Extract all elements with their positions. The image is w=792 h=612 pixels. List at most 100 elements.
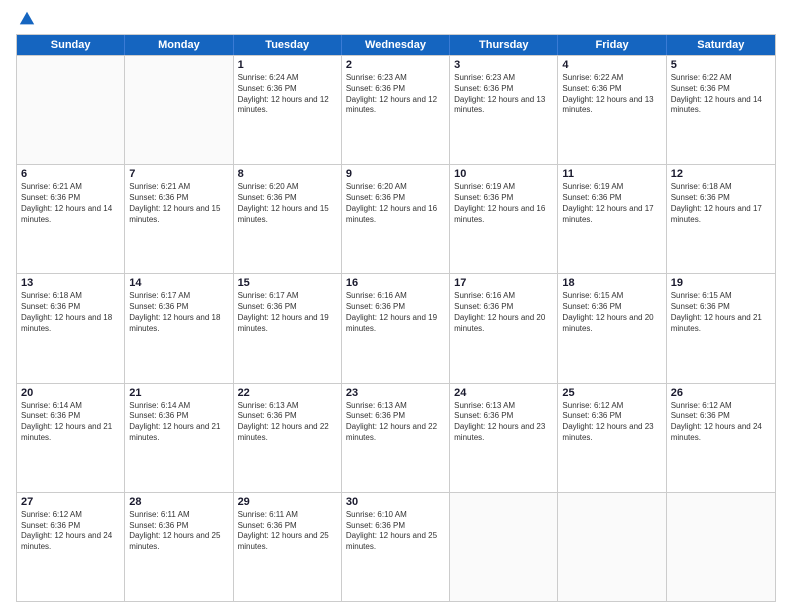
- calendar: SundayMondayTuesdayWednesdayThursdayFrid…: [16, 34, 776, 602]
- cell-info: Sunrise: 6:23 AMSunset: 6:36 PMDaylight:…: [454, 73, 553, 116]
- cell-info: Sunrise: 6:12 AMSunset: 6:36 PMDaylight:…: [562, 401, 661, 444]
- day-number: 1: [238, 59, 337, 71]
- day-number: 22: [238, 387, 337, 399]
- cell-info: Sunrise: 6:20 AMSunset: 6:36 PMDaylight:…: [238, 182, 337, 225]
- day-number: 29: [238, 496, 337, 508]
- cell-info: Sunrise: 6:22 AMSunset: 6:36 PMDaylight:…: [562, 73, 661, 116]
- day-number: 24: [454, 387, 553, 399]
- calendar-cell: 3 Sunrise: 6:23 AMSunset: 6:36 PMDaylight…: [450, 56, 558, 164]
- day-number: 23: [346, 387, 445, 399]
- calendar-cell: 13Sunrise: 6:18 AMSunset: 6:36 PMDayligh…: [17, 274, 125, 382]
- cell-info: Sunrise: 6:17 AMSunset: 6:36 PMDaylight:…: [238, 291, 337, 334]
- cell-info: Sunrise: 6:14 AMSunset: 6:36 PMDaylight:…: [21, 401, 120, 444]
- calendar-row-2: 13Sunrise: 6:18 AMSunset: 6:36 PMDayligh…: [17, 273, 775, 382]
- calendar-cell: 6Sunrise: 6:21 AMSunset: 6:36 PMDaylight…: [17, 165, 125, 273]
- calendar-cell: [667, 493, 775, 601]
- cell-info: Sunrise: 6:19 AMSunset: 6:36 PMDaylight:…: [562, 182, 661, 225]
- calendar-cell: 1 Sunrise: 6:24 AMSunset: 6:36 PMDaylight…: [234, 56, 342, 164]
- calendar-cell: 18 Sunrise: 6:15 AMSunset: 6:36 PMDayligh…: [558, 274, 666, 382]
- calendar-cell: 2 Sunrise: 6:23 AMSunset: 6:36 PMDaylight…: [342, 56, 450, 164]
- calendar-cell: 4 Sunrise: 6:22 AMSunset: 6:36 PMDaylight…: [558, 56, 666, 164]
- calendar-cell: 23 Sunrise: 6:13 AMSunset: 6:36 PMDayligh…: [342, 384, 450, 492]
- calendar-cell: [558, 493, 666, 601]
- day-number: 13: [21, 277, 120, 289]
- calendar-cell: 17Sunrise: 6:16 AMSunset: 6:36 PMDayligh…: [450, 274, 558, 382]
- header-day-friday: Friday: [558, 35, 666, 55]
- day-number: 10: [454, 168, 553, 180]
- calendar-cell: [17, 56, 125, 164]
- logo: [16, 10, 36, 28]
- calendar-row-3: 20 Sunrise: 6:14 AMSunset: 6:36 PMDayligh…: [17, 383, 775, 492]
- day-number: 25: [562, 387, 661, 399]
- header: [16, 10, 776, 28]
- day-number: 6: [21, 168, 120, 180]
- calendar-cell: 8 Sunrise: 6:20 AMSunset: 6:36 PMDaylight…: [234, 165, 342, 273]
- cell-info: Sunrise: 6:16 AMSunset: 6:36 PMDaylight:…: [346, 291, 445, 334]
- cell-info: Sunrise: 6:17 AMSunset: 6:36 PMDaylight:…: [129, 291, 228, 334]
- cell-info: Sunrise: 6:19 AMSunset: 6:36 PMDaylight:…: [454, 182, 553, 225]
- calendar-body: 1 Sunrise: 6:24 AMSunset: 6:36 PMDaylight…: [17, 55, 775, 601]
- cell-info: Sunrise: 6:20 AMSunset: 6:36 PMDaylight:…: [346, 182, 445, 225]
- calendar-cell: 15 Sunrise: 6:17 AMSunset: 6:36 PMDayligh…: [234, 274, 342, 382]
- day-number: 7: [129, 168, 228, 180]
- calendar-cell: 10 Sunrise: 6:19 AMSunset: 6:36 PMDayligh…: [450, 165, 558, 273]
- calendar-cell: 5 Sunrise: 6:22 AMSunset: 6:36 PMDaylight…: [667, 56, 775, 164]
- day-number: 8: [238, 168, 337, 180]
- cell-info: Sunrise: 6:23 AMSunset: 6:36 PMDaylight:…: [346, 73, 445, 116]
- day-number: 26: [671, 387, 771, 399]
- calendar-cell: 25 Sunrise: 6:12 AMSunset: 6:36 PMDayligh…: [558, 384, 666, 492]
- day-number: 3: [454, 59, 553, 71]
- calendar-cell: 27Sunrise: 6:12 AMSunset: 6:36 PMDayligh…: [17, 493, 125, 601]
- header-day-tuesday: Tuesday: [234, 35, 342, 55]
- logo-icon: [18, 10, 36, 28]
- calendar-cell: 14 Sunrise: 6:17 AMSunset: 6:36 PMDayligh…: [125, 274, 233, 382]
- day-number: 14: [129, 277, 228, 289]
- day-number: 4: [562, 59, 661, 71]
- day-number: 21: [129, 387, 228, 399]
- cell-info: Sunrise: 6:24 AMSunset: 6:36 PMDaylight:…: [238, 73, 337, 116]
- cell-info: Sunrise: 6:12 AMSunset: 6:36 PMDaylight:…: [671, 401, 771, 444]
- day-number: 15: [238, 277, 337, 289]
- cell-info: Sunrise: 6:21 AMSunset: 6:36 PMDaylight:…: [129, 182, 228, 225]
- calendar-cell: 21Sunrise: 6:14 AMSunset: 6:36 PMDayligh…: [125, 384, 233, 492]
- calendar-cell: 26 Sunrise: 6:12 AMSunset: 6:36 PMDayligh…: [667, 384, 775, 492]
- calendar-cell: 20 Sunrise: 6:14 AMSunset: 6:36 PMDayligh…: [17, 384, 125, 492]
- day-number: 5: [671, 59, 771, 71]
- calendar-cell: 12Sunrise: 6:18 AMSunset: 6:36 PMDayligh…: [667, 165, 775, 273]
- header-day-thursday: Thursday: [450, 35, 558, 55]
- calendar-cell: [450, 493, 558, 601]
- page: SundayMondayTuesdayWednesdayThursdayFrid…: [0, 0, 792, 612]
- header-day-monday: Monday: [125, 35, 233, 55]
- cell-info: Sunrise: 6:13 AMSunset: 6:36 PMDaylight:…: [346, 401, 445, 444]
- calendar-cell: 28 Sunrise: 6:11 AMSunset: 6:36 PMDayligh…: [125, 493, 233, 601]
- cell-info: Sunrise: 6:15 AMSunset: 6:36 PMDaylight:…: [671, 291, 771, 334]
- calendar-cell: [125, 56, 233, 164]
- calendar-row-1: 6 Sunrise: 6:21 AMSunset: 6:36 PMDaylight…: [17, 164, 775, 273]
- calendar-cell: 22 Sunrise: 6:13 AMSunset: 6:36 PMDayligh…: [234, 384, 342, 492]
- day-number: 9: [346, 168, 445, 180]
- cell-info: Sunrise: 6:10 AMSunset: 6:36 PMDaylight:…: [346, 510, 445, 553]
- day-number: 28: [129, 496, 228, 508]
- day-number: 19: [671, 277, 771, 289]
- cell-info: Sunrise: 6:15 AMSunset: 6:36 PMDaylight:…: [562, 291, 661, 334]
- header-day-wednesday: Wednesday: [342, 35, 450, 55]
- calendar-cell: 19 Sunrise: 6:15 AMSunset: 6:36 PMDayligh…: [667, 274, 775, 382]
- day-number: 20: [21, 387, 120, 399]
- calendar-cell: 9 Sunrise: 6:20 AMSunset: 6:36 PMDaylight…: [342, 165, 450, 273]
- cell-info: Sunrise: 6:16 AMSunset: 6:36 PMDaylight:…: [454, 291, 553, 334]
- cell-info: Sunrise: 6:13 AMSunset: 6:36 PMDaylight:…: [238, 401, 337, 444]
- cell-info: Sunrise: 6:13 AMSunset: 6:36 PMDaylight:…: [454, 401, 553, 444]
- cell-info: Sunrise: 6:22 AMSunset: 6:36 PMDaylight:…: [671, 73, 771, 116]
- calendar-cell: 24 Sunrise: 6:13 AMSunset: 6:36 PMDayligh…: [450, 384, 558, 492]
- day-number: 12: [671, 168, 771, 180]
- header-day-sunday: Sunday: [17, 35, 125, 55]
- header-day-saturday: Saturday: [667, 35, 775, 55]
- day-number: 16: [346, 277, 445, 289]
- day-number: 2: [346, 59, 445, 71]
- cell-info: Sunrise: 6:11 AMSunset: 6:36 PMDaylight:…: [129, 510, 228, 553]
- calendar-row-0: 1 Sunrise: 6:24 AMSunset: 6:36 PMDaylight…: [17, 55, 775, 164]
- calendar-cell: 7 Sunrise: 6:21 AMSunset: 6:36 PMDaylight…: [125, 165, 233, 273]
- day-number: 30: [346, 496, 445, 508]
- calendar-cell: 30 Sunrise: 6:10 AMSunset: 6:36 PMDayligh…: [342, 493, 450, 601]
- day-number: 18: [562, 277, 661, 289]
